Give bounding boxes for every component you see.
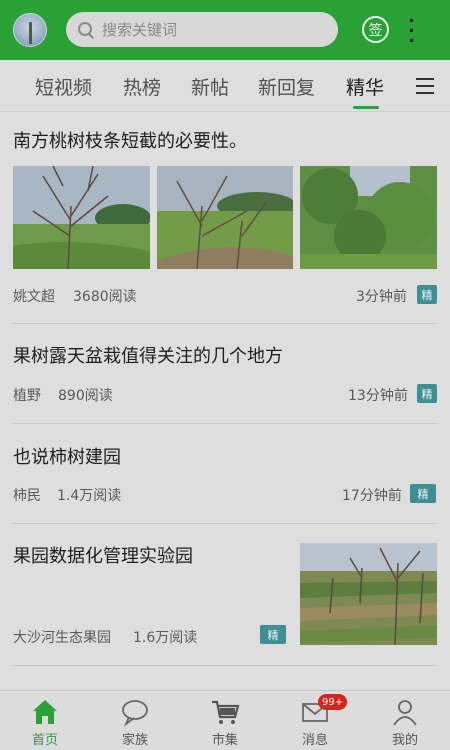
article-image[interactable] [157, 166, 293, 269]
nav-label: 家族 [121, 733, 148, 748]
tab-featured[interactable]: 精华 [346, 73, 384, 100]
tab-new-replies[interactable]: 新回复 [258, 73, 315, 100]
tabs-menu-icon[interactable] [416, 77, 434, 94]
divider [13, 423, 437, 424]
featured-badge: 精 [417, 384, 437, 403]
article-read-count: 1.4万阅读 [57, 488, 122, 504]
menu-list-icon[interactable] [410, 17, 438, 43]
article-author[interactable]: 植野 [13, 385, 41, 405]
nav-label: 我的 [391, 733, 418, 748]
article-card[interactable]: 果树露天盆栽值得关注的几个地方 [13, 345, 437, 369]
search-icon [78, 21, 94, 38]
article-image[interactable] [300, 166, 437, 269]
bottom-navigation: 首页 家族 市集 99+ 消息 我的 [0, 690, 450, 750]
person-icon [393, 700, 417, 726]
top-bar: 搜索关键词 签 [0, 0, 450, 60]
tab-hot-list[interactable]: 热榜 [123, 73, 161, 100]
article-image[interactable] [300, 543, 437, 645]
article-title: 果树露天盆栽值得关注的几个地方 [13, 346, 283, 367]
search-bar[interactable]: 搜索关键词 [66, 12, 338, 47]
featured-badge: 精 [417, 285, 437, 304]
article-title: 南方桃树枝条短截的必要性。 [13, 131, 247, 152]
article-image[interactable] [13, 166, 150, 269]
article-title: 也说柿树建园 [13, 447, 121, 468]
article-read-count: 890阅读 [58, 388, 113, 404]
article-time: 13分钟前 [348, 388, 408, 404]
divider [13, 665, 437, 666]
shopping-cart-icon [212, 700, 240, 724]
article-card[interactable]: 南方桃树枝条短截的必要性。 [13, 130, 437, 154]
user-avatar[interactable] [13, 13, 47, 47]
nav-profile[interactable]: 我的 [360, 691, 450, 750]
article-title: 果园数据化管理实验园 [13, 546, 193, 567]
home-icon [33, 700, 57, 724]
nav-family[interactable]: 家族 [90, 691, 180, 750]
article-card[interactable]: 也说柿树建园 [13, 446, 437, 470]
tab-new-posts[interactable]: 新帖 [191, 73, 229, 100]
article-time: 3分钟前 [356, 289, 407, 305]
nav-label: 市集 [211, 733, 238, 748]
article-author[interactable]: 大沙河生态果园 [13, 627, 111, 647]
nav-messages[interactable]: 99+ 消息 [270, 691, 360, 750]
nav-market[interactable]: 市集 [180, 691, 270, 750]
category-tabs: 短视频 热榜 新帖 新回复 精华 [0, 60, 450, 112]
article-read-count: 3680阅读 [73, 289, 137, 305]
article-card[interactable]: 果园数据化管理实验园 [13, 545, 293, 569]
message-count-badge: 99+ [318, 694, 348, 710]
article-author[interactable]: 柿民 [13, 485, 41, 505]
featured-badge: 精 [410, 484, 436, 503]
nav-label: 消息 [301, 733, 328, 748]
divider [13, 523, 437, 524]
nav-home[interactable]: 首页 [0, 691, 90, 750]
nav-label: 首页 [31, 733, 58, 748]
chat-bubble-icon [122, 700, 148, 727]
active-tab-indicator [353, 106, 379, 109]
search-placeholder: 搜索关键词 [102, 21, 178, 39]
tab-short-video[interactable]: 短视频 [35, 73, 92, 100]
article-read-count: 1.6万阅读 [133, 630, 198, 646]
article-author[interactable]: 姚文超 [13, 286, 55, 306]
featured-badge: 精 [260, 625, 286, 644]
article-time: 17分钟前 [342, 488, 402, 504]
sign-in-button[interactable]: 签 [362, 16, 389, 43]
divider [13, 323, 437, 324]
